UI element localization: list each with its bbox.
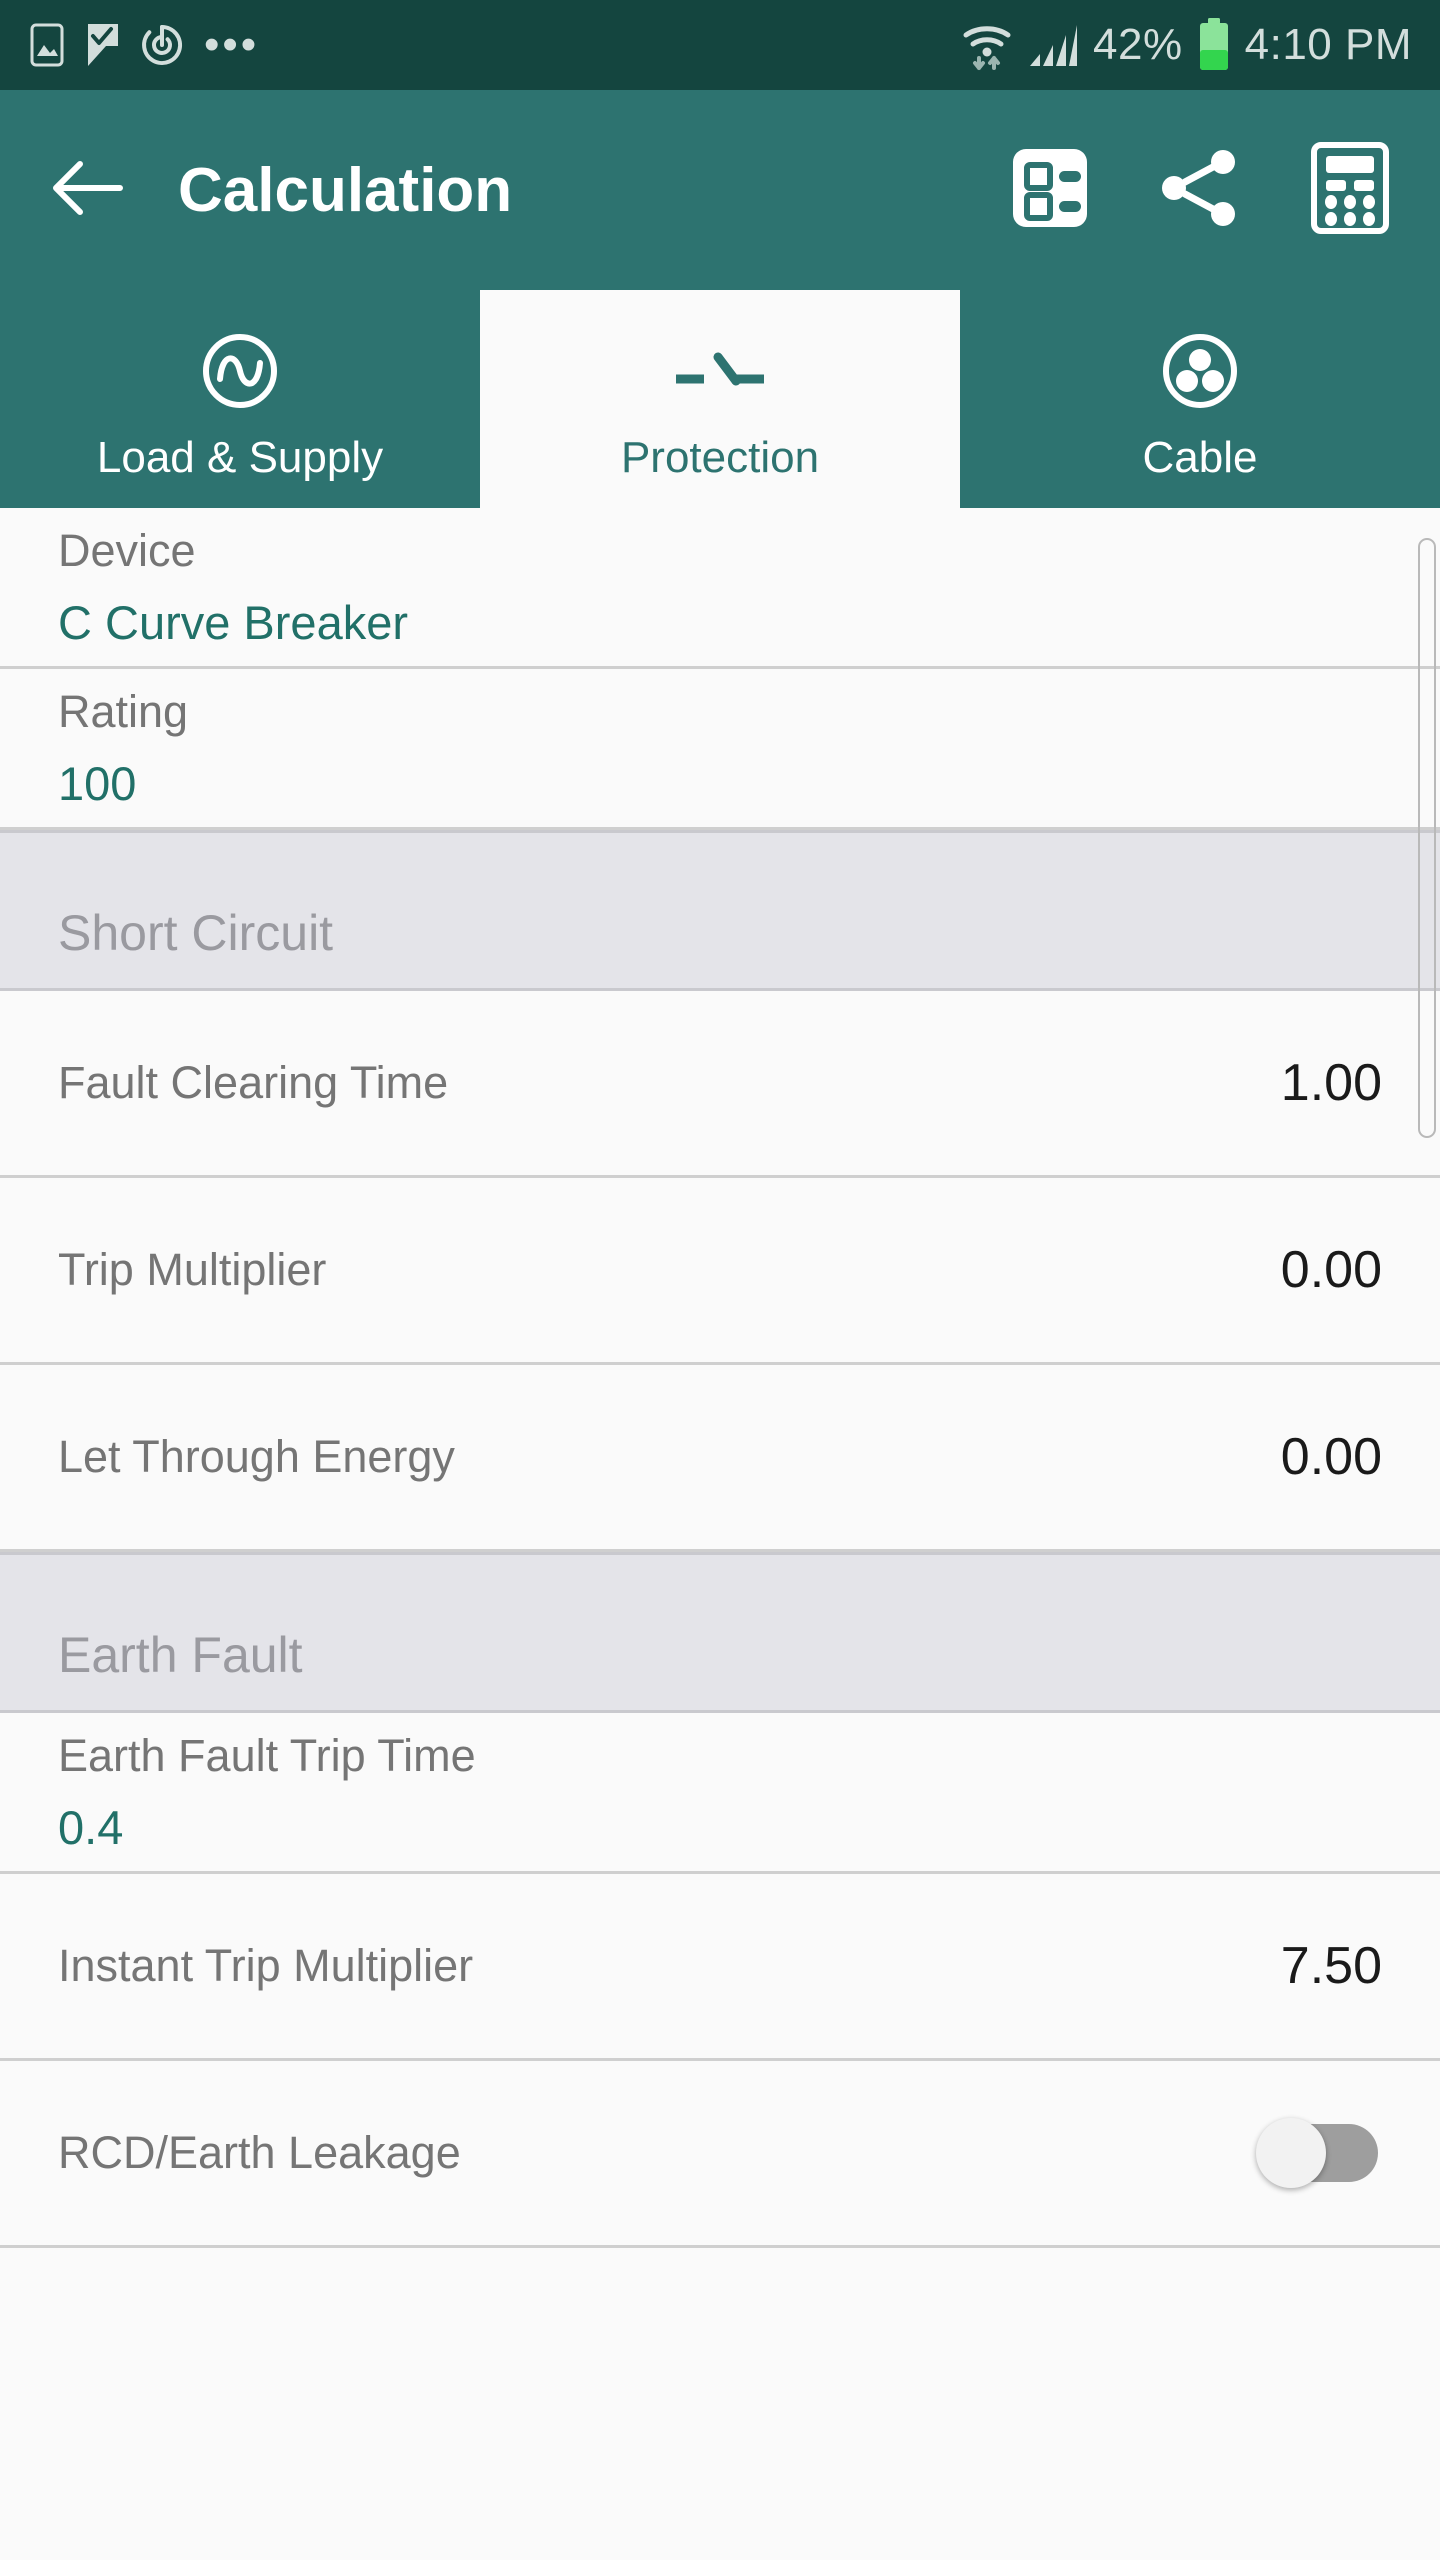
section-header-short-circuit: Short Circuit (0, 830, 1440, 991)
circuit-breaker-icon (670, 329, 770, 413)
row-value: 0.00 (1280, 1241, 1382, 1299)
page-title: Calculation (178, 155, 513, 225)
back-arrow-icon (50, 157, 126, 224)
status-bar: ••• 42% 4:10 PM (0, 0, 1440, 90)
signal-bars-icon (1027, 21, 1079, 69)
row-fault-clearing-time[interactable]: Fault Clearing Time 1.00 (0, 991, 1440, 1178)
cable-core-icon (1158, 329, 1242, 413)
row-value: 7.50 (1280, 1937, 1382, 1995)
share-icon (1157, 145, 1243, 236)
row-value[interactable]: 0.4 (58, 1800, 1382, 1855)
tab-label: Load & Supply (96, 433, 384, 482)
more-dots-icon: ••• (204, 20, 260, 69)
app-bar: Calculation (0, 90, 1440, 290)
status-bar-left: ••• (30, 22, 259, 68)
row-label: Earth Fault Trip Time (58, 1729, 476, 1781)
row-label: Rating (58, 685, 189, 737)
tab-label: Cable (1142, 433, 1258, 482)
tab-cable[interactable]: Cable (960, 290, 1440, 508)
row-value: 1.00 (1280, 1054, 1382, 1112)
row-trip-multiplier[interactable]: Trip Multiplier 0.00 (0, 1178, 1440, 1365)
back-button[interactable] (48, 150, 128, 230)
vertical-scrollbar[interactable] (1418, 538, 1436, 1138)
tab-load-and-supply[interactable]: Load & Supply (0, 290, 480, 508)
row-instant-trip-multiplier[interactable]: Instant Trip Multiplier 7.50 (0, 1874, 1440, 2061)
section-title: Earth Fault (58, 1627, 303, 1683)
calculator-icon (1310, 141, 1390, 239)
section-title: Short Circuit (58, 905, 334, 961)
row-label: Instant Trip Multiplier (58, 1940, 474, 1991)
summary-icon (1009, 147, 1091, 234)
rcd-earth-leakage-toggle[interactable] (1256, 2118, 1378, 2188)
row-label: RCD/Earth Leakage (58, 2127, 461, 2178)
summary-button[interactable] (1004, 144, 1096, 236)
row-value[interactable]: 100 (58, 756, 1382, 811)
row-earth-fault-trip-time[interactable]: Earth Fault Trip Time 0.4 (0, 1713, 1440, 1874)
row-rating[interactable]: Rating 100 (0, 669, 1440, 830)
row-let-through-energy[interactable]: Let Through Energy 0.00 (0, 1365, 1440, 1552)
row-label: Trip Multiplier (58, 1244, 327, 1295)
battery-icon (1197, 18, 1231, 72)
calculator-button[interactable] (1304, 141, 1396, 239)
battery-percent-label: 42% (1093, 20, 1183, 69)
row-label: Fault Clearing Time (58, 1057, 449, 1108)
image-icon (30, 23, 64, 67)
ac-source-icon (198, 329, 282, 413)
wifi-icon (961, 18, 1013, 72)
row-value[interactable]: C Curve Breaker (58, 595, 1382, 650)
tab-bar: Load & Supply Protection Cable (0, 290, 1440, 508)
status-bar-right: 42% 4:10 PM (961, 18, 1412, 72)
tab-label: Protection (620, 433, 820, 482)
share-button[interactable] (1154, 144, 1246, 236)
app-bar-actions (1004, 141, 1396, 239)
row-value: 0.00 (1280, 1428, 1382, 1486)
row-label: Let Through Energy (58, 1431, 455, 1482)
tab-protection[interactable]: Protection (480, 290, 960, 508)
protection-settings-list[interactable]: Device C Curve Breaker Rating 100 Short … (0, 508, 1440, 2560)
check-flag-icon (84, 22, 120, 68)
clock-label: 4:10 PM (1244, 20, 1412, 69)
row-label: Device (58, 524, 196, 576)
row-device[interactable]: Device C Curve Breaker (0, 508, 1440, 669)
toggle-thumb (1256, 2118, 1326, 2188)
section-header-earth-fault: Earth Fault (0, 1552, 1440, 1713)
sync-icon (140, 23, 184, 67)
row-rcd-earth-leakage[interactable]: RCD/Earth Leakage (0, 2061, 1440, 2248)
